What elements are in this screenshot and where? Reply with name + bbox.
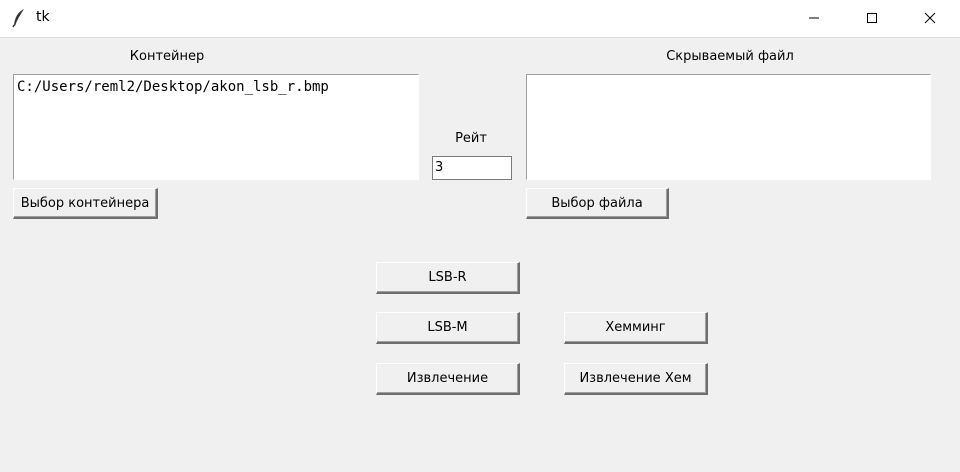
select-file-button[interactable]: Выбор файла	[526, 188, 669, 219]
extract-hamming-button[interactable]: Извлечение Хем	[564, 363, 708, 395]
minimize-icon	[808, 9, 820, 28]
feather-icon	[12, 8, 26, 28]
close-button[interactable]	[907, 0, 953, 37]
extract-button[interactable]: Извлечение	[376, 363, 520, 395]
maximize-button[interactable]	[849, 0, 895, 37]
maximize-icon	[866, 9, 878, 28]
minimize-button[interactable]	[791, 0, 837, 37]
select-container-button[interactable]: Выбор контейнера	[13, 188, 158, 219]
app-window: tk Контейнер C:/Users/reml2/Desktop/akon…	[0, 0, 960, 472]
hidden-file-label: Скрываемый файл	[666, 49, 794, 64]
title-bar: tk	[0, 0, 960, 38]
rate-input[interactable]: 3	[432, 156, 512, 180]
window-title: tk	[36, 9, 50, 25]
hidden-file-textbox[interactable]	[526, 74, 931, 180]
lsb-r-button[interactable]: LSB-R	[376, 262, 520, 294]
container-path-textbox[interactable]: C:/Users/reml2/Desktop/akon_lsb_r.bmp	[13, 74, 419, 180]
hamming-button[interactable]: Хемминг	[564, 312, 708, 344]
lsb-m-button[interactable]: LSB-M	[376, 312, 520, 344]
container-label: Контейнер	[129, 49, 205, 64]
close-icon	[924, 9, 936, 28]
rate-label: Рейт	[455, 131, 487, 146]
